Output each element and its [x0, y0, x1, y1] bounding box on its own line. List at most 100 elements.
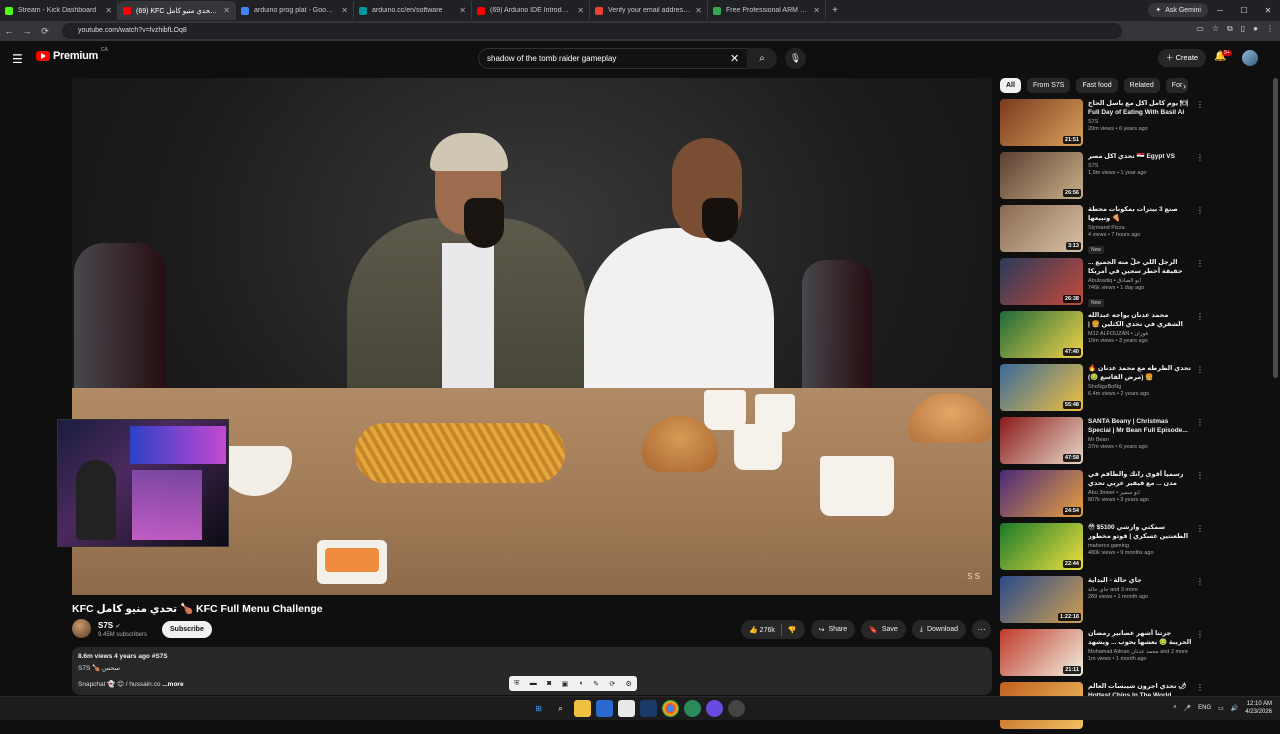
network-icon[interactable]: ▭ [1218, 705, 1224, 712]
search-button[interactable]: ⌕ [747, 48, 777, 69]
browser-menu-icon[interactable]: ⋮ [1266, 24, 1274, 34]
browser-tab[interactable]: arduino.cc/en/software ✕ [354, 1, 472, 20]
tab-close-icon[interactable]: ✕ [341, 6, 348, 15]
recommendation-item[interactable]: 47:40 محمد عدنان يواجه عبدالله الشقري في … [1000, 310, 1206, 362]
recommendation-menu-icon[interactable]: ⋮ [1196, 312, 1204, 321]
recommendation-channel[interactable]: جاي حالة and 3 more [1088, 587, 1192, 593]
recommendation-title[interactable]: تحدي اكل مصر 🇪🇬 Egypt VS [1088, 152, 1192, 161]
tab-close-icon[interactable]: ✕ [813, 6, 820, 15]
sidepanel-icon[interactable]: ▯ [1241, 24, 1245, 34]
filter-chip[interactable]: Fast food [1076, 78, 1118, 93]
filter-chip[interactable]: Related [1123, 78, 1160, 93]
tab-close-icon[interactable]: ✕ [577, 6, 584, 15]
recommendation-channel[interactable]: ShoNgzBoNg [1088, 384, 1192, 390]
taskbar-app-icon-1[interactable] [596, 700, 613, 717]
youtube-premium-logo[interactable]: Premium CA [36, 47, 108, 62]
settings-icon[interactable]: ⚙ [626, 680, 632, 688]
language-indicator[interactable]: ENG [1198, 705, 1211, 711]
browser-tab[interactable]: Stream - Kick Dashboard ✕ [0, 1, 118, 20]
recommendation-item[interactable]: 3:13 صنع 3 بيتزات بمكونات محطة ونبيعها 🍕 S… [1000, 204, 1206, 256]
filter-chip[interactable]: All [1000, 78, 1021, 93]
taskbar-app-icon-2[interactable] [618, 700, 635, 717]
recommendation-menu-icon[interactable]: ⋮ [1196, 259, 1204, 268]
subscribe-button[interactable]: Subscribe [162, 621, 212, 638]
taskbar-app-icon-4[interactable] [706, 700, 723, 717]
shield-icon[interactable]: ⛨ [514, 680, 519, 688]
recommendation-channel[interactable]: maherco gaming [1088, 543, 1192, 549]
tab-close-icon[interactable]: ✕ [459, 6, 466, 15]
bookmark-star-icon[interactable]: ☆ [1212, 24, 1219, 34]
windows-start-icon[interactable]: ⊞ [530, 700, 547, 717]
recommendation-thumbnail[interactable]: 21:11 [1000, 629, 1083, 676]
description-more-link[interactable]: ...more [162, 681, 183, 688]
folder-icon[interactable]: ▬ [530, 680, 537, 687]
recommendation-item[interactable]: 26:56 تحدي اكل مصر 🇪🇬 Egypt VS S7S 1.9m vie… [1000, 151, 1206, 203]
refresh-icon[interactable]: ⟳ [609, 680, 615, 688]
extensions-icon[interactable]: ⧉ [1227, 24, 1233, 34]
audio-icon[interactable]: ◖ [579, 680, 583, 687]
volume-icon[interactable]: 🔊 [1231, 705, 1238, 712]
recommendation-item[interactable]: 21:51 يوم كامل اكل مع باسل الحاج 🍽 Full D… [1000, 98, 1206, 150]
account-avatar[interactable] [1242, 50, 1258, 66]
recommendation-channel[interactable]: S7S [1088, 119, 1192, 125]
video-icon[interactable]: ▣ [562, 680, 569, 688]
file-explorer-icon[interactable] [574, 700, 591, 717]
recommendation-title[interactable]: يوم كامل اكل مع باسل الحاج 🍽 Full Day of… [1088, 99, 1192, 117]
maximize-icon[interactable]: ☐ [1232, 0, 1256, 21]
recommendation-thumbnail[interactable]: 55:48 [1000, 364, 1083, 411]
filter-chip[interactable]: From S7S [1026, 78, 1071, 93]
recommendation-thumbnail[interactable]: 21:51 [1000, 99, 1083, 146]
taskbar-app-icon-3[interactable] [684, 700, 701, 717]
back-icon[interactable]: ← [0, 26, 18, 36]
clock[interactable]: 12:10 AM 4/23/2026 [1245, 700, 1272, 716]
recommendation-thumbnail[interactable]: 26:38 [1000, 258, 1083, 305]
recommendation-title[interactable]: محمد عدنان يواجه عبدالله الشقري في تحدي … [1088, 311, 1192, 329]
dislike-button[interactable]: 👎 [788, 626, 805, 634]
recommendation-menu-icon[interactable]: ⋮ [1196, 683, 1204, 692]
clear-search-icon[interactable]: ✕ [730, 52, 739, 65]
url-field[interactable]: youtube.com/watch?v=lvzhibfLOq8 [62, 23, 1122, 39]
recommendation-menu-icon[interactable]: ⋮ [1196, 577, 1204, 586]
recommendation-title[interactable]: جاي حالة - البداية [1088, 576, 1192, 585]
pin-icon[interactable]: ✎ [593, 680, 599, 688]
recommendation-thumbnail[interactable]: 22:44 [1000, 523, 1083, 570]
recommendation-title[interactable]: الرجل اللي حلّ منه الجميع ... حقيقة أخطر… [1088, 258, 1192, 276]
recommendation-item[interactable]: 22:44 سمكتي وارشي 5100$ 😳 الطعنتين عسكري … [1000, 522, 1206, 574]
recommendation-menu-icon[interactable]: ⋮ [1196, 524, 1204, 533]
browser-tab[interactable]: Verify your email address to co ✕ [590, 1, 708, 20]
cast-icon[interactable]: ▭ [1196, 24, 1204, 34]
recommendation-menu-icon[interactable]: ⋮ [1196, 206, 1204, 215]
camera-icon[interactable]: ◙ [547, 680, 551, 687]
search-input[interactable]: shadow of the tomb raider gameplay [478, 48, 750, 69]
hamburger-menu-icon[interactable]: ☰ [12, 52, 23, 66]
minimize-icon[interactable]: ─ [1208, 0, 1232, 21]
recommendation-item[interactable]: 21:11 جرتنا أشهر عصابير رمضان الحريبة 🤢 ب… [1000, 628, 1206, 680]
profile-icon[interactable]: ● [1253, 24, 1258, 34]
ask-gemini-button[interactable]: ✦ Ask Gemini [1148, 3, 1208, 17]
more-actions-button[interactable]: ⋯ [972, 620, 992, 639]
recommendation-thumbnail[interactable]: 26:56 [1000, 152, 1083, 199]
recommendation-title[interactable]: سمكتي وارشي 5100$ 😳 الطعنتين عسكري | فوت… [1088, 523, 1192, 541]
recommendation-channel[interactable]: Mr Bean [1088, 437, 1192, 443]
page-scrollbar[interactable] [1273, 78, 1278, 378]
download-button[interactable]: ⤓ Download [911, 620, 967, 639]
recommendation-title[interactable]: جرتنا أشهر عصابير رمضان الحريبة 🤢 بعشها … [1088, 629, 1192, 647]
recommendation-menu-icon[interactable]: ⋮ [1196, 418, 1204, 427]
browser-tab[interactable]: (69) KFC تحدي منيو كامل 🍗 ✕ [118, 1, 236, 20]
recommendation-channel[interactable]: M12 ALFOUZAN • فوزان [1088, 331, 1192, 337]
recommendation-menu-icon[interactable]: ⋮ [1196, 153, 1204, 162]
recommendation-item[interactable]: 26:38 الرجل اللي حلّ منه الجميع ... حقيقة… [1000, 257, 1206, 309]
recommendation-channel[interactable]: Slyrnand Pizza [1088, 225, 1192, 231]
like-button[interactable]: 👍 276k [749, 626, 775, 634]
browser-tab[interactable]: Free Professional ARM Develo ✕ [708, 1, 826, 20]
recommendation-item[interactable]: 55:48 تحدي الطرطه مع محمد عدنان 🔥🍔 (مرض ا… [1000, 363, 1206, 415]
voice-search-button[interactable]: 🎙 [785, 48, 806, 69]
recommendation-menu-icon[interactable]: ⋮ [1196, 630, 1204, 639]
tray-chevron-icon[interactable]: ˄ [1173, 705, 1177, 711]
recommendation-menu-icon[interactable]: ⋮ [1196, 471, 1204, 480]
create-button[interactable]: ＋ Create [1158, 49, 1207, 67]
tab-close-icon[interactable]: ✕ [695, 6, 702, 15]
recommendation-menu-icon[interactable]: ⋮ [1196, 100, 1204, 109]
forward-icon[interactable]: → [18, 26, 36, 36]
recommendation-channel[interactable]: Abu 3meer • أبو سمير [1088, 490, 1192, 496]
